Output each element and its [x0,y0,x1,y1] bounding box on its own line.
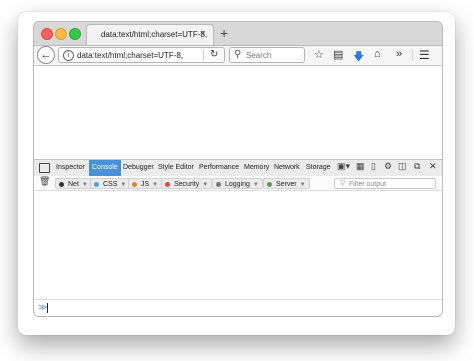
filter-label: Server [276,181,297,188]
url-separator [203,50,204,61]
browser-tab[interactable]: data:text/html;charset=UTF-8, × [86,24,214,45]
element-picker-icon[interactable] [39,163,50,173]
tab-strip: data:text/html;charset=UTF-8, × + [34,22,442,46]
console-output [34,191,442,299]
close-window-button[interactable] [41,28,53,40]
chevron-down-icon: ▼ [120,182,127,188]
filter-server-button[interactable]: Server ▼ [263,178,310,189]
downloads-icon[interactable]: 🡇 [353,48,364,67]
new-tab-button[interactable]: + [220,25,228,41]
console-filter-bar: 🗑 Net ▼ CSS ▼ JS ▼ Security ▼ Logging ▼ Serve… [34,176,442,191]
net-dot [59,182,64,187]
browser-window: data:text/html;charset=UTF-8, × + ← i da… [33,21,443,317]
bookmark-star-icon[interactable]: ☆ [314,48,324,61]
back-button[interactable]: ← [37,46,55,64]
chevron-down-icon: ▼ [299,182,306,188]
filter-net-button[interactable]: Net ▼ [55,178,92,189]
filter-label: Net [68,181,79,188]
settings-gear-icon[interactable]: ⚙ [384,161,392,172]
chevron-down-icon: ▼ [152,182,159,188]
devtools-tab-debugger[interactable]: Debugger [123,160,154,176]
devtools-tab-memory[interactable]: Memory [244,160,269,176]
device-icon[interactable]: ▯ [371,161,376,172]
url-bar[interactable]: i data:text/html;charset=UTF-8, ↻ [58,47,225,63]
devtools-tab-inspector[interactable]: Inspector [56,160,85,176]
js-dot [132,182,137,187]
devtools-tabbar: Inspector Console Debugger Style Editor … [34,159,442,177]
devtools-tab-storage[interactable]: Storage [306,160,331,176]
console-input-line[interactable]: ≫ [34,299,442,316]
separate-window-icon[interactable]: ⧉ [414,161,420,172]
filter-funnel-icon: ▽ [340,180,346,187]
minimize-window-button[interactable] [55,28,67,40]
chevron-down-icon: ▼ [202,182,209,188]
logging-dot [216,182,221,187]
devtools-tab-performance[interactable]: Performance [199,160,239,176]
security-dot [165,182,170,187]
reload-icon[interactable]: ↻ [210,49,218,60]
split-console-icon[interactable]: ◫ [398,161,407,172]
filter-css-button[interactable]: CSS ▼ [90,178,131,189]
tab-title: data:text/html;charset=UTF-8, [101,30,208,39]
chevron-down-icon: ▼ [81,182,88,188]
info-icon[interactable]: i [63,50,74,61]
chevron-down-icon: ▼ [252,182,259,188]
devtools-tab-style-editor[interactable]: Style Editor [158,160,194,176]
filter-label: JS [141,181,150,188]
devtools-tab-network[interactable]: Network [274,160,300,176]
search-icon: ⚲ [234,49,242,60]
filter-output-input[interactable] [349,180,433,188]
filter-output-field[interactable]: ▽ [334,178,436,189]
text-cursor [47,303,48,313]
dock-options-icon[interactable]: ▣▾ [337,161,350,172]
server-dot [267,182,272,187]
console-prompt-icon: ≫ [38,302,48,312]
library-icon[interactable]: ▤ [333,48,343,61]
url-text[interactable]: data:text/html;charset=UTF-8, [77,51,183,60]
filter-security-button[interactable]: Security ▼ [161,178,213,189]
home-icon[interactable]: ⌂ [374,48,381,60]
filter-logging-button[interactable]: Logging ▼ [212,178,263,189]
filter-label: Logging [225,181,250,188]
responsive-design-icon[interactable]: ▦ [356,161,365,172]
search-input[interactable] [246,50,302,61]
zoom-window-button[interactable] [69,28,81,40]
devtools-tab-console[interactable]: Console [89,160,121,176]
overflow-menu-icon[interactable]: » [396,48,402,60]
filter-label: CSS [103,181,118,188]
close-devtools-icon[interactable]: ✕ [429,161,437,172]
navigation-bar: ← i data:text/html;charset=UTF-8, ↻ ⚲ ☆ … [34,46,442,66]
clear-console-trash-icon[interactable]: 🗑 [39,176,50,187]
hamburger-menu-icon[interactable]: ☰ [419,48,430,62]
search-bar[interactable]: ⚲ [229,47,305,63]
filter-js-button[interactable]: JS ▼ [128,178,163,189]
css-dot [94,182,99,187]
toolbar-separator [412,50,413,61]
filter-label: Security [174,181,200,188]
tab-close-icon[interactable]: × [200,28,206,40]
